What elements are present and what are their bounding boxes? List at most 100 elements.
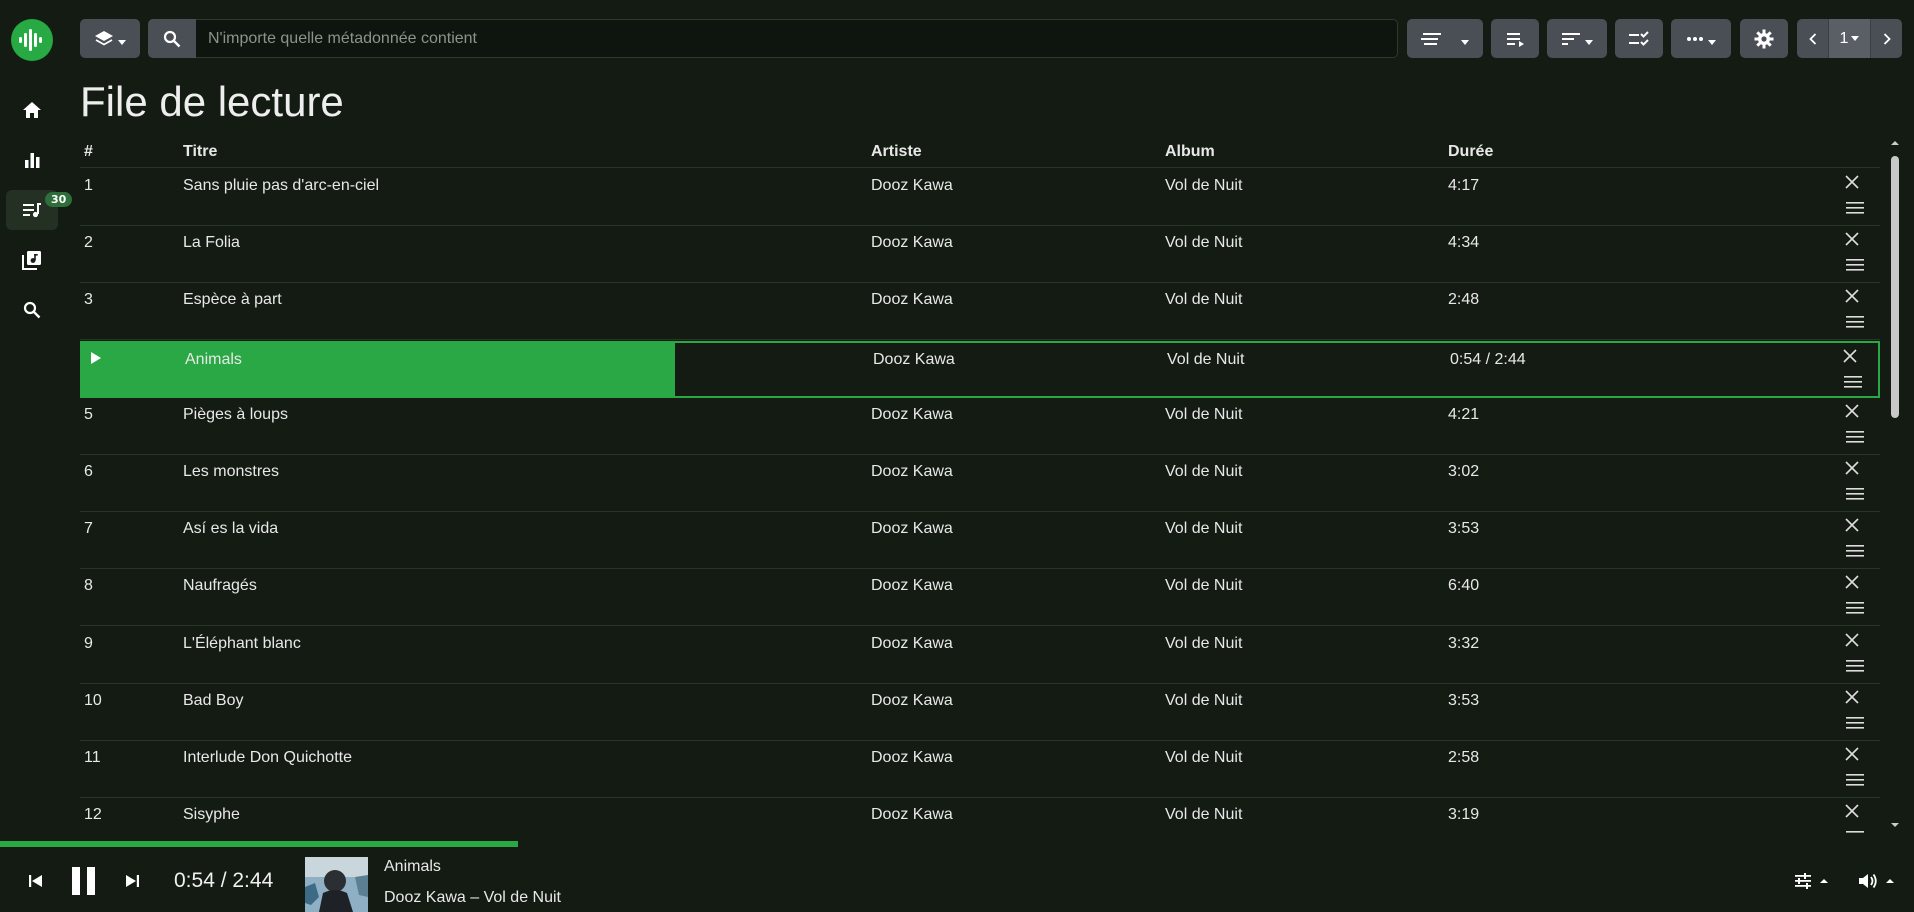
row-album[interactable]: Vol de Nuit xyxy=(1165,406,1242,424)
row-artist[interactable]: Dooz Kawa xyxy=(871,692,953,710)
row-artist[interactable]: Dooz Kawa xyxy=(871,635,953,653)
row-artist[interactable]: Dooz Kawa xyxy=(871,406,953,424)
row-artist[interactable]: Dooz Kawa xyxy=(871,463,953,481)
nav-home[interactable] xyxy=(6,90,58,130)
row-artist[interactable]: Dooz Kawa xyxy=(871,291,953,309)
table-row[interactable]: Animals Dooz Kawa Vol de Nuit 0:54 / 2:44 xyxy=(80,340,1880,398)
drag-handle-icon[interactable] xyxy=(1846,545,1864,557)
scroll-thumb[interactable] xyxy=(1891,156,1899,418)
row-title: Así es la vida xyxy=(183,520,279,538)
remove-icon[interactable] xyxy=(1844,689,1860,705)
drag-handle-icon[interactable] xyxy=(1846,659,1864,672)
table-row[interactable]: 8 Naufragés Dooz Kawa Vol de Nuit 6:40 xyxy=(80,569,1880,627)
row-artist[interactable]: Dooz Kawa xyxy=(871,577,953,595)
table-row[interactable]: 10 Bad Boy Dooz Kawa Vol de Nuit 3:53 xyxy=(80,684,1880,741)
table-row[interactable]: 6 Les monstres Dooz Kawa Vol de Nuit 3:02 xyxy=(80,455,1880,512)
row-album[interactable]: Vol de Nuit xyxy=(1165,463,1242,481)
row-artist[interactable]: Dooz Kawa xyxy=(871,234,953,252)
row-album[interactable]: Vol de Nuit xyxy=(1165,177,1242,195)
player-track-title[interactable]: Animals xyxy=(384,858,441,876)
row-artist[interactable]: Dooz Kawa xyxy=(873,351,955,369)
remove-icon[interactable] xyxy=(1842,348,1858,364)
header-number[interactable]: # xyxy=(84,143,93,161)
text-lines-icon xyxy=(1421,32,1441,45)
drag-handle-icon[interactable] xyxy=(1846,316,1864,328)
search-input[interactable] xyxy=(196,19,1398,58)
header-title[interactable]: Titre xyxy=(183,143,217,161)
remove-icon[interactable] xyxy=(1844,746,1860,762)
player-track-subtitle[interactable]: Dooz Kawa – Vol de Nuit xyxy=(384,889,561,907)
skip-next-icon[interactable] xyxy=(124,874,140,888)
table-row[interactable]: 12 Sisyphe Dooz Kawa Vol de Nuit 3:19 xyxy=(80,798,1880,836)
row-artist[interactable]: Dooz Kawa xyxy=(871,749,953,767)
more-options-button[interactable] xyxy=(1671,19,1731,58)
drag-handle-icon[interactable] xyxy=(1846,716,1864,729)
remove-icon[interactable] xyxy=(1844,632,1860,648)
remove-icon[interactable] xyxy=(1844,803,1860,819)
page-select[interactable]: 1 xyxy=(1829,19,1870,58)
volume-menu-button[interactable] xyxy=(1858,871,1902,891)
skip-previous-icon[interactable] xyxy=(28,874,44,888)
table-row[interactable]: 1 Sans pluie pas d'arc-en-ciel Dooz Kawa Vo… xyxy=(80,169,1880,226)
album-cover[interactable] xyxy=(305,857,368,912)
table-row[interactable]: 2 La Folia Dooz Kawa Vol de Nuit 4:34 xyxy=(80,226,1880,284)
table-row[interactable]: 9 L'Éléphant blanc Dooz Kawa Vol de Nuit 3:3… xyxy=(80,627,1880,684)
remove-icon[interactable] xyxy=(1844,517,1860,533)
prev-page-button[interactable] xyxy=(1797,19,1829,58)
layers-menu-button[interactable] xyxy=(80,19,140,58)
nav-stats[interactable] xyxy=(6,140,58,180)
drag-handle-icon[interactable] xyxy=(1846,602,1864,614)
row-number: 8 xyxy=(84,577,93,595)
row-duration: 3:53 xyxy=(1448,691,1480,709)
header-artist[interactable]: Artiste xyxy=(871,143,922,161)
row-album[interactable]: Vol de Nuit xyxy=(1165,692,1242,710)
row-album[interactable]: Vol de Nuit xyxy=(1167,351,1244,369)
select-mode-button[interactable] xyxy=(1615,19,1663,58)
row-album[interactable]: Vol de Nuit xyxy=(1165,520,1242,538)
remove-icon[interactable] xyxy=(1844,460,1860,476)
equalizer-menu-button[interactable] xyxy=(1794,871,1838,891)
row-album[interactable]: Vol de Nuit xyxy=(1165,635,1242,653)
row-album[interactable]: Vol de Nuit xyxy=(1165,749,1242,767)
drag-handle-icon[interactable] xyxy=(1846,259,1864,271)
table-row[interactable]: 7 Así es la vida Dooz Kawa Vol de Nuit 3:53 xyxy=(80,512,1880,570)
next-page-button[interactable] xyxy=(1870,19,1902,58)
playlist-menu-button[interactable] xyxy=(1407,19,1483,58)
row-artist[interactable]: Dooz Kawa xyxy=(871,806,953,824)
row-album[interactable]: Vol de Nuit xyxy=(1165,577,1242,595)
remove-icon[interactable] xyxy=(1844,403,1860,419)
drag-handle-icon[interactable] xyxy=(1846,202,1864,214)
remove-icon[interactable] xyxy=(1844,288,1860,304)
header-duration[interactable]: Durée xyxy=(1448,143,1493,161)
add-to-playlist-button[interactable] xyxy=(1491,19,1539,58)
remove-icon[interactable] xyxy=(1844,574,1860,590)
nav-search[interactable] xyxy=(6,290,58,330)
drag-handle-icon[interactable] xyxy=(1846,430,1864,443)
chevron-down-icon xyxy=(1708,40,1716,45)
table-row[interactable]: 11 Interlude Don Quichotte Dooz Kawa Vol de… xyxy=(80,741,1880,798)
row-artist[interactable]: Dooz Kawa xyxy=(871,177,953,195)
app-logo[interactable] xyxy=(11,19,53,61)
nav-library[interactable] xyxy=(6,240,58,280)
search-button[interactable] xyxy=(148,19,196,58)
sort-menu-button[interactable] xyxy=(1547,19,1607,58)
table-row[interactable]: 5 Pièges à loups Dooz Kawa Vol de Nuit 4:21 xyxy=(80,398,1880,455)
header-album[interactable]: Album xyxy=(1165,143,1215,161)
drag-handle-icon[interactable] xyxy=(1844,375,1862,388)
row-album[interactable]: Vol de Nuit xyxy=(1165,234,1242,252)
page-number: 1 xyxy=(1839,29,1849,47)
table-scrollbar[interactable] xyxy=(1888,136,1902,832)
row-artist[interactable]: Dooz Kawa xyxy=(871,520,953,538)
table-row[interactable]: 3 Espèce à part Dooz Kawa Vol de Nuit 2:48 xyxy=(80,283,1880,341)
drag-handle-icon[interactable] xyxy=(1846,774,1864,786)
row-title: La Folia xyxy=(183,234,240,252)
drag-handle-icon[interactable] xyxy=(1846,488,1864,500)
pause-icon[interactable] xyxy=(71,866,97,896)
settings-button[interactable] xyxy=(1740,19,1788,58)
remove-icon[interactable] xyxy=(1844,174,1860,190)
remove-icon[interactable] xyxy=(1844,231,1860,247)
drag-handle-icon[interactable] xyxy=(1846,831,1864,836)
checklist-icon xyxy=(1629,30,1649,46)
row-album[interactable]: Vol de Nuit xyxy=(1165,806,1242,824)
row-album[interactable]: Vol de Nuit xyxy=(1165,291,1242,309)
